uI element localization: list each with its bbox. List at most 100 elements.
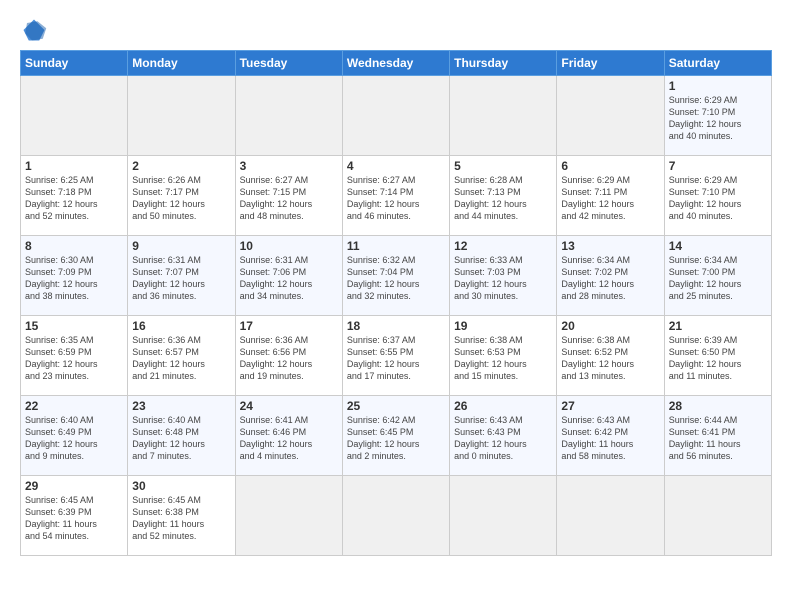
day-number: 18: [347, 319, 445, 333]
day-number: 29: [25, 479, 123, 493]
day-number: 11: [347, 239, 445, 253]
day-number: 2: [132, 159, 230, 173]
day-number: 4: [347, 159, 445, 173]
calendar-cell: 27 Sunrise: 6:43 AMSunset: 6:42 PMDaylig…: [557, 396, 664, 476]
calendar-cell: 16 Sunrise: 6:36 AMSunset: 6:57 PMDaylig…: [128, 316, 235, 396]
cell-info: Sunrise: 6:41 AMSunset: 6:46 PMDaylight:…: [240, 415, 313, 461]
dow-header: Monday: [128, 51, 235, 76]
dow-header: Thursday: [450, 51, 557, 76]
calendar-cell: [342, 76, 449, 156]
calendar-cell: [557, 76, 664, 156]
calendar-week-row: 15 Sunrise: 6:35 AMSunset: 6:59 PMDaylig…: [21, 316, 772, 396]
calendar-cell: 4 Sunrise: 6:27 AMSunset: 7:14 PMDayligh…: [342, 156, 449, 236]
calendar-cell: 21 Sunrise: 6:39 AMSunset: 6:50 PMDaylig…: [664, 316, 771, 396]
calendar-cell: 9 Sunrise: 6:31 AMSunset: 7:07 PMDayligh…: [128, 236, 235, 316]
day-number: 25: [347, 399, 445, 413]
calendar-cell: [21, 76, 128, 156]
calendar-cell: 18 Sunrise: 6:37 AMSunset: 6:55 PMDaylig…: [342, 316, 449, 396]
cell-info: Sunrise: 6:29 AMSunset: 7:10 PMDaylight:…: [669, 95, 742, 141]
day-number: 19: [454, 319, 552, 333]
cell-info: Sunrise: 6:29 AMSunset: 7:10 PMDaylight:…: [669, 175, 742, 221]
day-number: 1: [669, 79, 767, 93]
day-number: 10: [240, 239, 338, 253]
cell-info: Sunrise: 6:36 AMSunset: 6:56 PMDaylight:…: [240, 335, 313, 381]
cell-info: Sunrise: 6:25 AMSunset: 7:18 PMDaylight:…: [25, 175, 98, 221]
calendar-cell: 7 Sunrise: 6:29 AMSunset: 7:10 PMDayligh…: [664, 156, 771, 236]
day-number: 24: [240, 399, 338, 413]
day-number: 16: [132, 319, 230, 333]
calendar-cell: [235, 476, 342, 556]
cell-info: Sunrise: 6:28 AMSunset: 7:13 PMDaylight:…: [454, 175, 527, 221]
cell-info: Sunrise: 6:36 AMSunset: 6:57 PMDaylight:…: [132, 335, 205, 381]
calendar-cell: 15 Sunrise: 6:35 AMSunset: 6:59 PMDaylig…: [21, 316, 128, 396]
day-number: 21: [669, 319, 767, 333]
cell-info: Sunrise: 6:39 AMSunset: 6:50 PMDaylight:…: [669, 335, 742, 381]
calendar-cell: 30 Sunrise: 6:45 AMSunset: 6:38 PMDaylig…: [128, 476, 235, 556]
cell-info: Sunrise: 6:27 AMSunset: 7:14 PMDaylight:…: [347, 175, 420, 221]
calendar-cell: 17 Sunrise: 6:36 AMSunset: 6:56 PMDaylig…: [235, 316, 342, 396]
calendar-cell: 29 Sunrise: 6:45 AMSunset: 6:39 PMDaylig…: [21, 476, 128, 556]
day-number: 14: [669, 239, 767, 253]
cell-info: Sunrise: 6:43 AMSunset: 6:43 PMDaylight:…: [454, 415, 527, 461]
cell-info: Sunrise: 6:26 AMSunset: 7:17 PMDaylight:…: [132, 175, 205, 221]
cell-info: Sunrise: 6:30 AMSunset: 7:09 PMDaylight:…: [25, 255, 98, 301]
calendar-cell: 10 Sunrise: 6:31 AMSunset: 7:06 PMDaylig…: [235, 236, 342, 316]
cell-info: Sunrise: 6:31 AMSunset: 7:06 PMDaylight:…: [240, 255, 313, 301]
day-number: 1: [25, 159, 123, 173]
logo: [20, 16, 52, 44]
day-number: 13: [561, 239, 659, 253]
cell-info: Sunrise: 6:32 AMSunset: 7:04 PMDaylight:…: [347, 255, 420, 301]
calendar-cell: 19 Sunrise: 6:38 AMSunset: 6:53 PMDaylig…: [450, 316, 557, 396]
cell-info: Sunrise: 6:43 AMSunset: 6:42 PMDaylight:…: [561, 415, 633, 461]
cell-info: Sunrise: 6:34 AMSunset: 7:00 PMDaylight:…: [669, 255, 742, 301]
day-number: 12: [454, 239, 552, 253]
calendar-cell: 28 Sunrise: 6:44 AMSunset: 6:41 PMDaylig…: [664, 396, 771, 476]
calendar-cell: 8 Sunrise: 6:30 AMSunset: 7:09 PMDayligh…: [21, 236, 128, 316]
day-number: 17: [240, 319, 338, 333]
cell-info: Sunrise: 6:31 AMSunset: 7:07 PMDaylight:…: [132, 255, 205, 301]
calendar-cell: 3 Sunrise: 6:27 AMSunset: 7:15 PMDayligh…: [235, 156, 342, 236]
page-container: SundayMondayTuesdayWednesdayThursdayFrid…: [0, 0, 792, 566]
day-number: 5: [454, 159, 552, 173]
day-number: 7: [669, 159, 767, 173]
calendar-cell: 24 Sunrise: 6:41 AMSunset: 6:46 PMDaylig…: [235, 396, 342, 476]
calendar-cell: 11 Sunrise: 6:32 AMSunset: 7:04 PMDaylig…: [342, 236, 449, 316]
cell-info: Sunrise: 6:40 AMSunset: 6:49 PMDaylight:…: [25, 415, 98, 461]
cell-info: Sunrise: 6:38 AMSunset: 6:53 PMDaylight:…: [454, 335, 527, 381]
day-number: 22: [25, 399, 123, 413]
cell-info: Sunrise: 6:34 AMSunset: 7:02 PMDaylight:…: [561, 255, 634, 301]
calendar-cell: 23 Sunrise: 6:40 AMSunset: 6:48 PMDaylig…: [128, 396, 235, 476]
calendar-week-row: 22 Sunrise: 6:40 AMSunset: 6:49 PMDaylig…: [21, 396, 772, 476]
day-number: 23: [132, 399, 230, 413]
calendar-week-row: 29 Sunrise: 6:45 AMSunset: 6:39 PMDaylig…: [21, 476, 772, 556]
calendar-cell: [235, 76, 342, 156]
cell-info: Sunrise: 6:27 AMSunset: 7:15 PMDaylight:…: [240, 175, 313, 221]
cell-info: Sunrise: 6:40 AMSunset: 6:48 PMDaylight:…: [132, 415, 205, 461]
cell-info: Sunrise: 6:42 AMSunset: 6:45 PMDaylight:…: [347, 415, 420, 461]
logo-icon: [20, 16, 48, 44]
dow-header: Sunday: [21, 51, 128, 76]
calendar-cell: [128, 76, 235, 156]
day-number: 27: [561, 399, 659, 413]
day-number: 8: [25, 239, 123, 253]
calendar-cell: 1 Sunrise: 6:25 AMSunset: 7:18 PMDayligh…: [21, 156, 128, 236]
dow-header: Friday: [557, 51, 664, 76]
calendar-cell: 2 Sunrise: 6:26 AMSunset: 7:17 PMDayligh…: [128, 156, 235, 236]
calendar-cell: [342, 476, 449, 556]
day-number: 30: [132, 479, 230, 493]
day-number: 6: [561, 159, 659, 173]
calendar-cell: 1 Sunrise: 6:29 AMSunset: 7:10 PMDayligh…: [664, 76, 771, 156]
calendar-table: SundayMondayTuesdayWednesdayThursdayFrid…: [20, 50, 772, 556]
calendar-week-row: 8 Sunrise: 6:30 AMSunset: 7:09 PMDayligh…: [21, 236, 772, 316]
cell-info: Sunrise: 6:33 AMSunset: 7:03 PMDaylight:…: [454, 255, 527, 301]
day-number: 20: [561, 319, 659, 333]
calendar-cell: [450, 476, 557, 556]
day-number: 26: [454, 399, 552, 413]
dow-header: Wednesday: [342, 51, 449, 76]
calendar-cell: 14 Sunrise: 6:34 AMSunset: 7:00 PMDaylig…: [664, 236, 771, 316]
calendar-week-row: 1 Sunrise: 6:25 AMSunset: 7:18 PMDayligh…: [21, 156, 772, 236]
cell-info: Sunrise: 6:37 AMSunset: 6:55 PMDaylight:…: [347, 335, 420, 381]
cell-info: Sunrise: 6:45 AMSunset: 6:38 PMDaylight:…: [132, 495, 204, 541]
calendar-cell: [664, 476, 771, 556]
cell-info: Sunrise: 6:29 AMSunset: 7:11 PMDaylight:…: [561, 175, 634, 221]
